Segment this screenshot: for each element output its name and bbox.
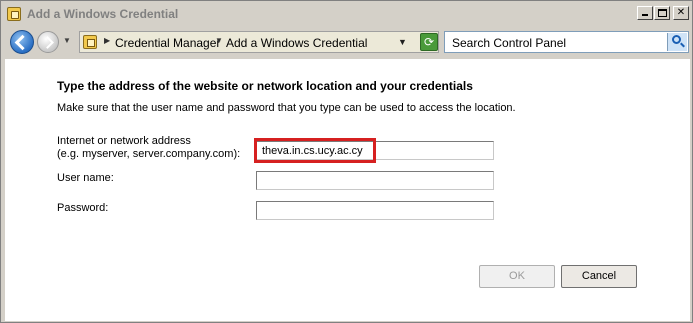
close-button[interactable]: ✕ xyxy=(673,6,689,20)
control-panel-icon xyxy=(83,35,97,49)
address-label-line2: (e.g. myserver, server.company.com): xyxy=(57,148,241,160)
ok-button[interactable]: OK xyxy=(479,265,555,288)
username-field[interactable] xyxy=(256,171,494,190)
maximize-button[interactable] xyxy=(654,6,670,20)
address-highlight-box xyxy=(254,138,376,163)
minimize-icon xyxy=(642,14,648,16)
address-label: Internet or network address (e.g. myserv… xyxy=(57,135,240,161)
refresh-icon: ⟳ xyxy=(423,35,435,49)
forward-button[interactable] xyxy=(37,31,59,53)
search-input[interactable]: Search Control Panel xyxy=(452,36,566,50)
breadcrumb-separator-icon[interactable]: ▶ xyxy=(104,36,110,45)
cancel-button[interactable]: Cancel xyxy=(561,265,637,288)
recent-pages-chevron-down-icon[interactable]: ▼ xyxy=(63,36,71,45)
page-heading: Type the address of the website or netwo… xyxy=(57,79,473,93)
address-dropdown-icon[interactable]: ▼ xyxy=(398,37,407,47)
password-label: Password: xyxy=(57,202,109,214)
search-box[interactable]: Search Control Panel xyxy=(444,31,689,53)
password-field[interactable] xyxy=(256,201,494,220)
breadcrumb-credential-manager[interactable]: Credential Manager xyxy=(115,36,220,50)
breadcrumb-add-windows-credential[interactable]: Add a Windows Credential xyxy=(226,36,367,50)
credential-manager-icon xyxy=(7,7,21,21)
breadcrumb-separator-icon[interactable]: ▼ xyxy=(215,36,223,45)
username-label: User name: xyxy=(57,172,114,184)
window-title: Add a Windows Credential xyxy=(27,7,179,21)
address-label-line1: Internet or network address xyxy=(57,135,191,147)
title-bar: Add a Windows Credential ✕ xyxy=(1,1,692,27)
maximize-icon xyxy=(658,9,667,17)
close-icon: ✕ xyxy=(676,7,686,18)
page-description: Make sure that the user name and passwor… xyxy=(57,102,516,114)
minimize-button[interactable] xyxy=(637,6,653,20)
back-button[interactable] xyxy=(10,30,34,54)
content-area: Type the address of the website or netwo… xyxy=(5,59,690,321)
search-button[interactable] xyxy=(667,33,687,51)
navigation-bar: ▼ ▶ Credential Manager ▼ Add a Windows C… xyxy=(1,27,692,57)
credential-window: Add a Windows Credential ✕ ▼ ▶ Credentia… xyxy=(0,0,693,323)
address-bar[interactable]: ▶ Credential Manager ▼ Add a Windows Cre… xyxy=(79,31,439,53)
refresh-button[interactable]: ⟳ xyxy=(420,33,438,51)
